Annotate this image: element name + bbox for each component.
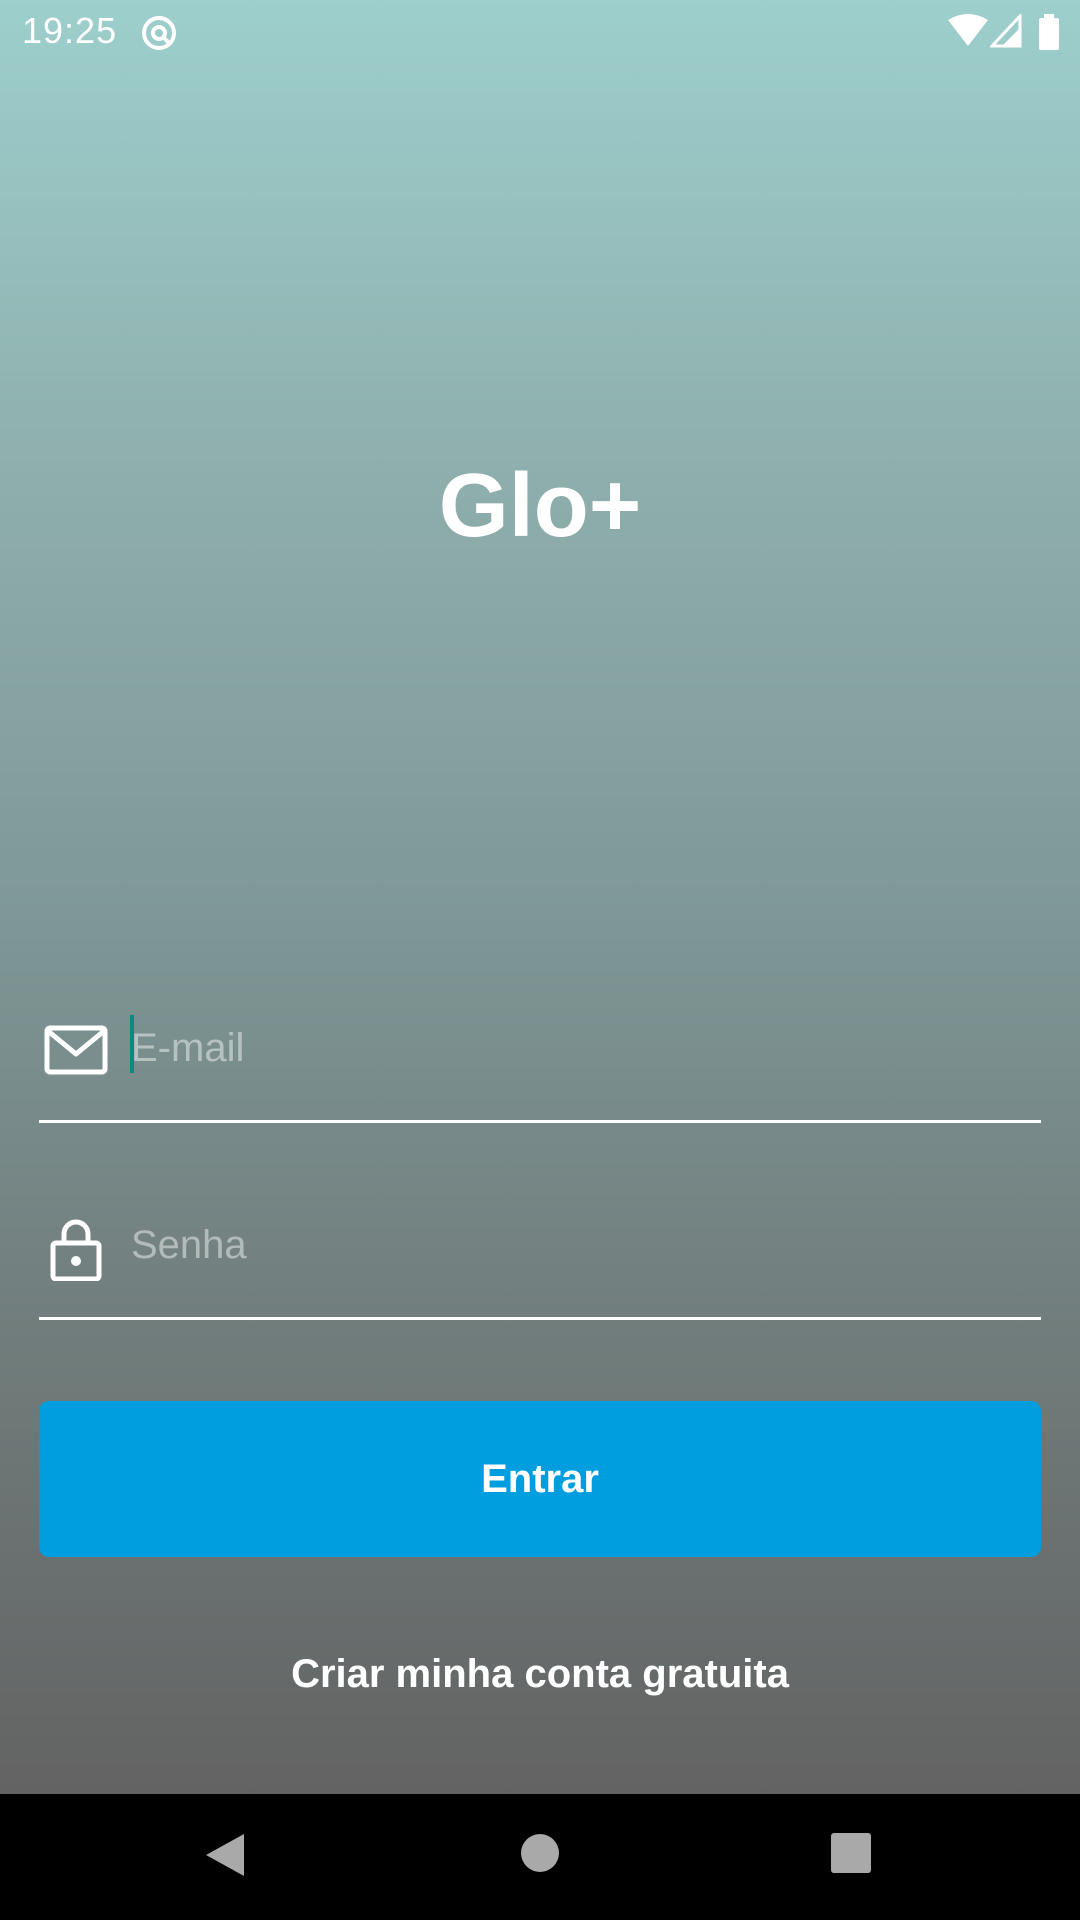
app-title: Glo+	[438, 456, 642, 556]
home-icon[interactable]	[520, 1833, 560, 1873]
lock-icon	[50, 1219, 102, 1281]
create-account-link[interactable]: Criar minha conta gratuita	[0, 1652, 1080, 1697]
wifi-icon	[948, 14, 988, 46]
password-input[interactable]	[131, 1217, 1011, 1273]
email-input[interactable]	[131, 1020, 1011, 1076]
back-icon[interactable]	[204, 1832, 246, 1878]
battery-icon	[1039, 14, 1059, 50]
mail-icon	[44, 1025, 108, 1075]
login-screen: 19:25 Glo+ E-mail Entrar Criar minha con…	[0, 0, 1080, 1794]
recents-icon[interactable]	[830, 1832, 872, 1874]
status-bar: 19:25	[0, 0, 1080, 63]
login-button[interactable]: Entrar	[39, 1401, 1041, 1557]
notification-icon	[142, 16, 176, 50]
password-field-container	[39, 1217, 1041, 1320]
signal-icon	[990, 14, 1022, 48]
status-time: 19:25	[22, 10, 118, 51]
navigation-bar	[0, 1794, 1080, 1920]
email-field-container	[39, 1015, 1041, 1123]
